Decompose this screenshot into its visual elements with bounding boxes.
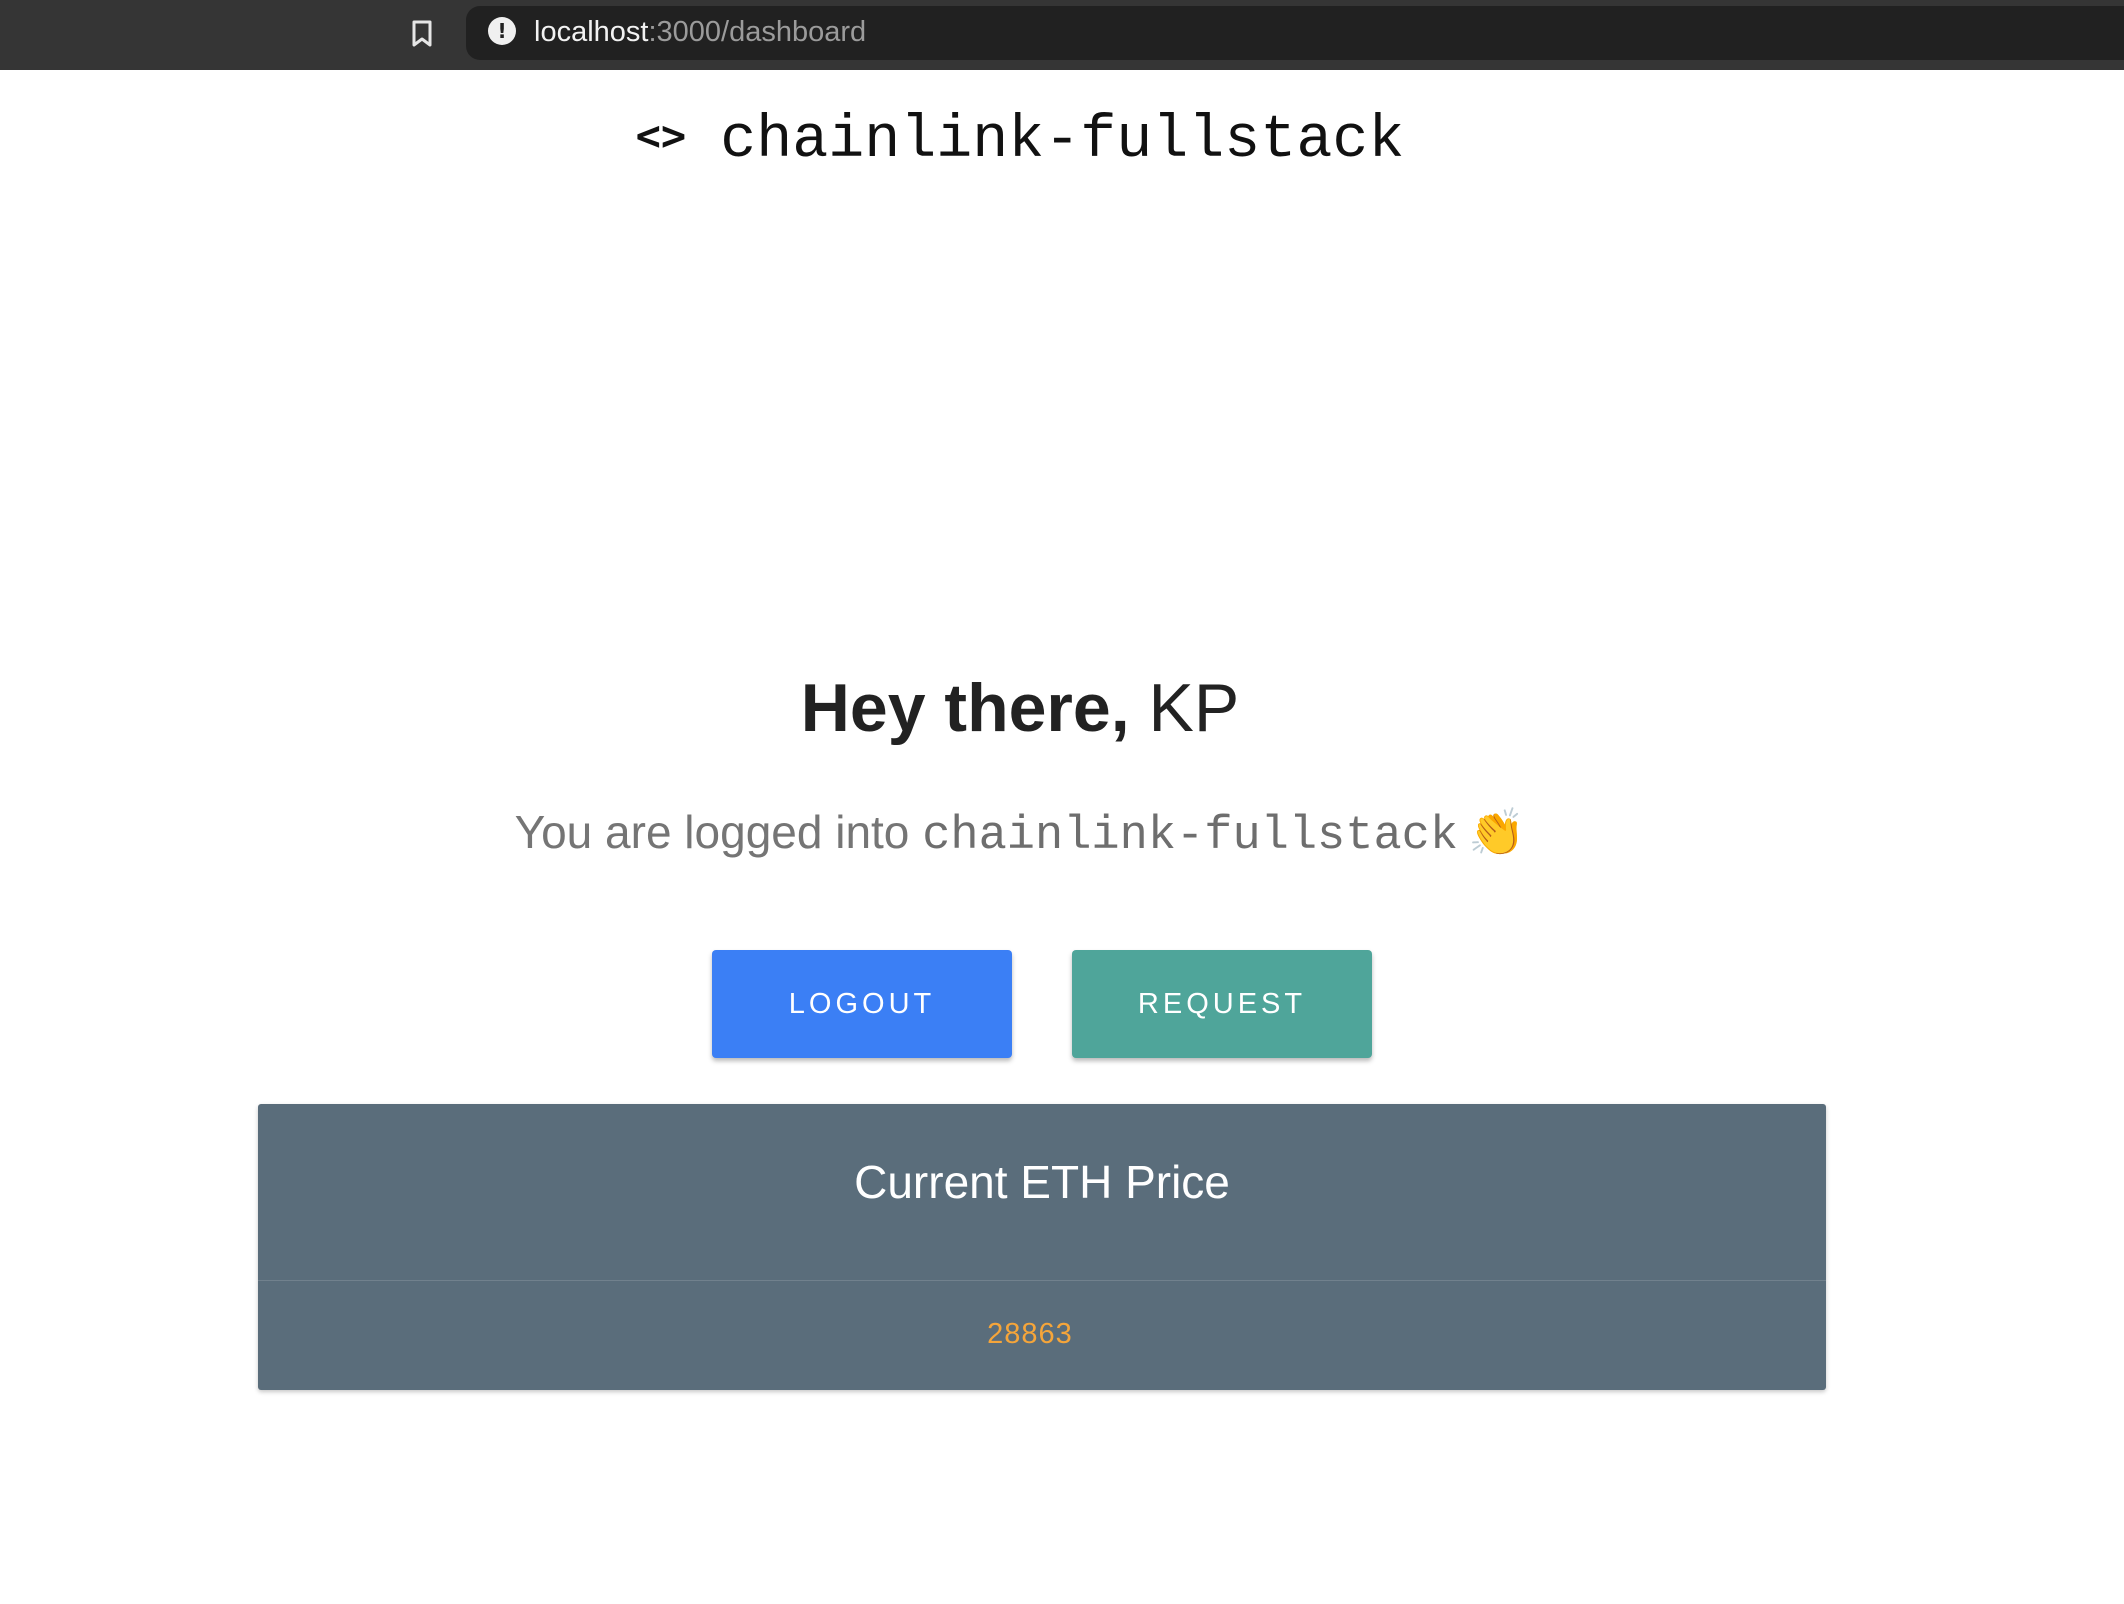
url-text[interactable]: localhost:3000/dashboard: [534, 14, 866, 50]
eth-price-title: Current ETH Price: [854, 1156, 1230, 1208]
app-brand[interactable]: <> chainlink-fullstack: [0, 100, 2124, 177]
greeting-prefix: Hey there,: [800, 670, 1130, 746]
logout-button[interactable]: LOGOUT: [712, 950, 1012, 1058]
url-path: :3000/dashboard: [648, 16, 867, 48]
app-name-code: chainlink-fullstack: [922, 810, 1459, 863]
code-icon: <>: [635, 111, 687, 160]
user-name: KP: [1148, 670, 1240, 746]
greeting-heading: Hey there, KP: [0, 668, 2124, 748]
info-icon[interactable]: !: [488, 17, 516, 45]
eth-price-value: 28863: [987, 1318, 1073, 1350]
url-host: localhost: [534, 16, 649, 48]
clapping-hands-icon: 👏: [1468, 805, 1526, 859]
brand-title: chainlink-fullstack: [720, 107, 1405, 175]
login-status: You are logged into chainlink-fullstack 👏: [0, 802, 2124, 867]
request-button[interactable]: REQUEST: [1072, 950, 1372, 1058]
browser-toolbar: ! localhost:3000/dashboard: [0, 0, 2124, 70]
card-divider: [258, 1280, 1826, 1281]
login-status-text: You are logged into: [514, 806, 910, 858]
bookmark-icon[interactable]: [404, 16, 440, 52]
eth-price-card: Current ETH Price 28863: [258, 1104, 1826, 1390]
